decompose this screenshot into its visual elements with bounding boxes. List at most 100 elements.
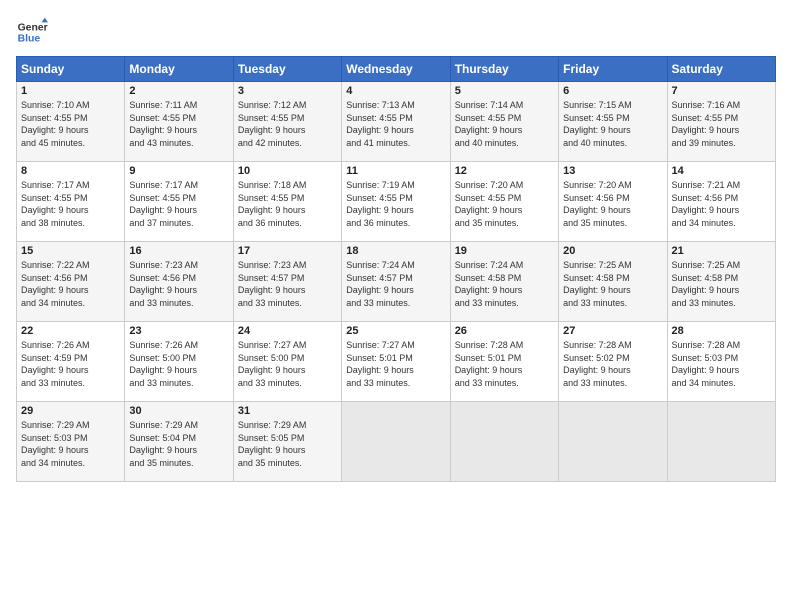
calendar-table: SundayMondayTuesdayWednesdayThursdayFrid…: [16, 56, 776, 482]
day-number: 14: [672, 165, 771, 177]
day-info: Sunrise: 7:21 AMSunset: 4:56 PMDaylight:…: [672, 180, 741, 228]
day-info: Sunrise: 7:26 AMSunset: 4:59 PMDaylight:…: [21, 340, 90, 388]
calendar-cell: 13 Sunrise: 7:20 AMSunset: 4:56 PMDaylig…: [559, 162, 667, 242]
calendar-cell: 16 Sunrise: 7:23 AMSunset: 4:56 PMDaylig…: [125, 242, 233, 322]
calendar-cell: 1 Sunrise: 7:10 AMSunset: 4:55 PMDayligh…: [17, 82, 125, 162]
day-info: Sunrise: 7:11 AMSunset: 4:55 PMDaylight:…: [129, 100, 197, 148]
weekday-header-saturday: Saturday: [667, 57, 775, 82]
day-number: 5: [455, 85, 554, 97]
day-info: Sunrise: 7:19 AMSunset: 4:55 PMDaylight:…: [346, 180, 415, 228]
calendar-cell: 8 Sunrise: 7:17 AMSunset: 4:55 PMDayligh…: [17, 162, 125, 242]
day-info: Sunrise: 7:13 AMSunset: 4:55 PMDaylight:…: [346, 100, 415, 148]
calendar-cell: 26 Sunrise: 7:28 AMSunset: 5:01 PMDaylig…: [450, 322, 558, 402]
day-info: Sunrise: 7:29 AMSunset: 5:04 PMDaylight:…: [129, 420, 198, 468]
day-number: 3: [238, 85, 337, 97]
calendar-cell: 25 Sunrise: 7:27 AMSunset: 5:01 PMDaylig…: [342, 322, 450, 402]
day-number: 27: [563, 325, 662, 337]
day-info: Sunrise: 7:10 AMSunset: 4:55 PMDaylight:…: [21, 100, 90, 148]
calendar-cell: [667, 402, 775, 482]
calendar-cell: 27 Sunrise: 7:28 AMSunset: 5:02 PMDaylig…: [559, 322, 667, 402]
calendar-cell: 5 Sunrise: 7:14 AMSunset: 4:55 PMDayligh…: [450, 82, 558, 162]
calendar-cell: 3 Sunrise: 7:12 AMSunset: 4:55 PMDayligh…: [233, 82, 341, 162]
calendar-cell: 2 Sunrise: 7:11 AMSunset: 4:55 PMDayligh…: [125, 82, 233, 162]
calendar-cell: 31 Sunrise: 7:29 AMSunset: 5:05 PMDaylig…: [233, 402, 341, 482]
day-number: 1: [21, 85, 120, 97]
calendar-cell: 11 Sunrise: 7:19 AMSunset: 4:55 PMDaylig…: [342, 162, 450, 242]
day-number: 21: [672, 245, 771, 257]
calendar-cell: 9 Sunrise: 7:17 AMSunset: 4:55 PMDayligh…: [125, 162, 233, 242]
day-number: 20: [563, 245, 662, 257]
weekday-header-monday: Monday: [125, 57, 233, 82]
day-info: Sunrise: 7:27 AMSunset: 5:00 PMDaylight:…: [238, 340, 307, 388]
day-number: 11: [346, 165, 445, 177]
calendar-cell: 29 Sunrise: 7:29 AMSunset: 5:03 PMDaylig…: [17, 402, 125, 482]
day-number: 16: [129, 245, 228, 257]
day-info: Sunrise: 7:28 AMSunset: 5:03 PMDaylight:…: [672, 340, 741, 388]
day-info: Sunrise: 7:29 AMSunset: 5:05 PMDaylight:…: [238, 420, 307, 468]
day-info: Sunrise: 7:23 AMSunset: 4:56 PMDaylight:…: [129, 260, 198, 308]
day-info: Sunrise: 7:29 AMSunset: 5:03 PMDaylight:…: [21, 420, 90, 468]
day-number: 13: [563, 165, 662, 177]
calendar-cell: 12 Sunrise: 7:20 AMSunset: 4:55 PMDaylig…: [450, 162, 558, 242]
day-info: Sunrise: 7:24 AMSunset: 4:58 PMDaylight:…: [455, 260, 524, 308]
day-info: Sunrise: 7:12 AMSunset: 4:55 PMDaylight:…: [238, 100, 307, 148]
day-number: 22: [21, 325, 120, 337]
calendar-cell: [559, 402, 667, 482]
calendar-cell: 15 Sunrise: 7:22 AMSunset: 4:56 PMDaylig…: [17, 242, 125, 322]
svg-text:General: General: [18, 22, 48, 33]
calendar-cell: 14 Sunrise: 7:21 AMSunset: 4:56 PMDaylig…: [667, 162, 775, 242]
day-number: 15: [21, 245, 120, 257]
svg-text:Blue: Blue: [18, 34, 41, 45]
logo: General Blue: [16, 16, 48, 48]
weekday-header-wednesday: Wednesday: [342, 57, 450, 82]
header: General Blue: [16, 16, 776, 48]
day-info: Sunrise: 7:16 AMSunset: 4:55 PMDaylight:…: [672, 100, 741, 148]
calendar-cell: [342, 402, 450, 482]
page: General Blue SundayMondayTuesdayWednesda…: [0, 0, 792, 612]
day-info: Sunrise: 7:25 AMSunset: 4:58 PMDaylight:…: [672, 260, 741, 308]
calendar-cell: 21 Sunrise: 7:25 AMSunset: 4:58 PMDaylig…: [667, 242, 775, 322]
weekday-header-sunday: Sunday: [17, 57, 125, 82]
calendar-cell: 28 Sunrise: 7:28 AMSunset: 5:03 PMDaylig…: [667, 322, 775, 402]
calendar-cell: 24 Sunrise: 7:27 AMSunset: 5:00 PMDaylig…: [233, 322, 341, 402]
day-number: 26: [455, 325, 554, 337]
day-number: 23: [129, 325, 228, 337]
logo-icon: General Blue: [16, 16, 48, 48]
day-info: Sunrise: 7:17 AMSunset: 4:55 PMDaylight:…: [129, 180, 198, 228]
day-info: Sunrise: 7:27 AMSunset: 5:01 PMDaylight:…: [346, 340, 415, 388]
day-info: Sunrise: 7:20 AMSunset: 4:56 PMDaylight:…: [563, 180, 632, 228]
day-info: Sunrise: 7:17 AMSunset: 4:55 PMDaylight:…: [21, 180, 90, 228]
day-info: Sunrise: 7:14 AMSunset: 4:55 PMDaylight:…: [455, 100, 524, 148]
day-info: Sunrise: 7:23 AMSunset: 4:57 PMDaylight:…: [238, 260, 307, 308]
weekday-header-friday: Friday: [559, 57, 667, 82]
day-number: 10: [238, 165, 337, 177]
day-number: 30: [129, 405, 228, 417]
day-number: 24: [238, 325, 337, 337]
day-number: 4: [346, 85, 445, 97]
calendar-cell: 19 Sunrise: 7:24 AMSunset: 4:58 PMDaylig…: [450, 242, 558, 322]
calendar-cell: 10 Sunrise: 7:18 AMSunset: 4:55 PMDaylig…: [233, 162, 341, 242]
calendar-cell: 30 Sunrise: 7:29 AMSunset: 5:04 PMDaylig…: [125, 402, 233, 482]
day-number: 18: [346, 245, 445, 257]
weekday-header-tuesday: Tuesday: [233, 57, 341, 82]
day-number: 17: [238, 245, 337, 257]
calendar-cell: 6 Sunrise: 7:15 AMSunset: 4:55 PMDayligh…: [559, 82, 667, 162]
calendar-cell: 4 Sunrise: 7:13 AMSunset: 4:55 PMDayligh…: [342, 82, 450, 162]
day-info: Sunrise: 7:28 AMSunset: 5:01 PMDaylight:…: [455, 340, 524, 388]
day-number: 8: [21, 165, 120, 177]
day-number: 6: [563, 85, 662, 97]
day-number: 31: [238, 405, 337, 417]
calendar-cell: 7 Sunrise: 7:16 AMSunset: 4:55 PMDayligh…: [667, 82, 775, 162]
calendar-cell: [450, 402, 558, 482]
day-info: Sunrise: 7:20 AMSunset: 4:55 PMDaylight:…: [455, 180, 524, 228]
day-info: Sunrise: 7:26 AMSunset: 5:00 PMDaylight:…: [129, 340, 198, 388]
day-number: 9: [129, 165, 228, 177]
day-info: Sunrise: 7:22 AMSunset: 4:56 PMDaylight:…: [21, 260, 90, 308]
day-number: 28: [672, 325, 771, 337]
day-info: Sunrise: 7:15 AMSunset: 4:55 PMDaylight:…: [563, 100, 632, 148]
day-info: Sunrise: 7:25 AMSunset: 4:58 PMDaylight:…: [563, 260, 632, 308]
day-number: 29: [21, 405, 120, 417]
calendar-cell: 20 Sunrise: 7:25 AMSunset: 4:58 PMDaylig…: [559, 242, 667, 322]
day-number: 12: [455, 165, 554, 177]
day-number: 7: [672, 85, 771, 97]
